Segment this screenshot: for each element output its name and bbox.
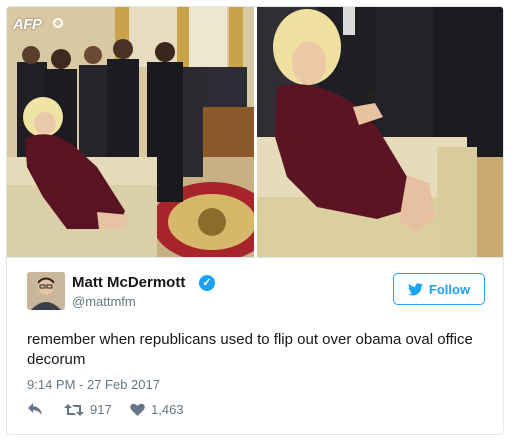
verified-badge-icon: ✓ xyxy=(199,275,215,291)
follow-label: Follow xyxy=(428,281,471,297)
twitter-bird-icon xyxy=(407,282,423,295)
retweet-icon xyxy=(64,403,84,416)
agency-watermark: AFP xyxy=(13,16,42,33)
reply-button[interactable] xyxy=(27,402,49,416)
like-count: 1,463 xyxy=(151,402,184,417)
heart-icon xyxy=(130,403,145,416)
retweet-count: 917 xyxy=(90,402,112,417)
avatar[interactable] xyxy=(27,272,65,310)
reply-icon xyxy=(28,403,42,415)
retweet-button[interactable]: 917 xyxy=(64,402,112,417)
follow-button[interactable]: Follow xyxy=(393,273,485,305)
tweet-text: remember when republicans used to flip o… xyxy=(27,331,473,368)
photo-right[interactable] xyxy=(257,7,503,257)
tweet-actions: 917 1,463 xyxy=(27,402,327,422)
tweet-timestamp[interactable]: 9:14 PM - 27 Feb 2017 xyxy=(27,377,160,392)
display-name[interactable]: Matt McDermott xyxy=(72,274,185,291)
like-button[interactable]: 1,463 xyxy=(130,402,184,417)
photo-left[interactable]: AFP xyxy=(7,7,254,257)
agency-logo-icon xyxy=(53,18,63,28)
photo-divider xyxy=(7,257,503,258)
tweet-card: AFP Matt McDermott ✓ @mattmfm Follow rem… xyxy=(6,6,504,435)
user-handle[interactable]: @mattmfm xyxy=(72,294,136,309)
tweet-photos: AFP xyxy=(7,7,503,257)
